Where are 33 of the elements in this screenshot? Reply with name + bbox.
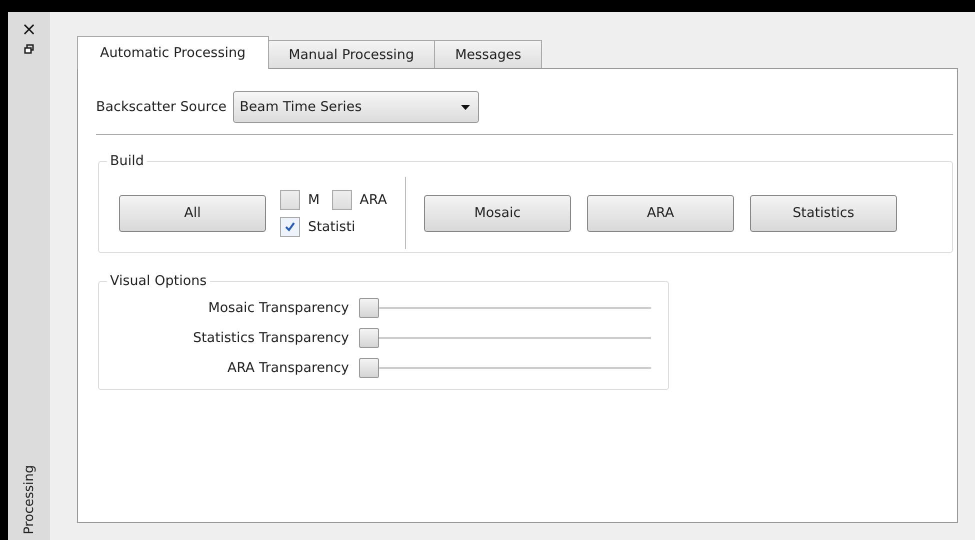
checkbox-box[interactable] xyxy=(280,190,300,210)
group-title: Visual Options xyxy=(109,273,208,289)
source-dropdown[interactable]: Beam Time Series xyxy=(232,91,479,123)
build-button[interactable]: ARA xyxy=(586,194,734,232)
slider[interactable] xyxy=(359,298,651,318)
slider-thumb[interactable] xyxy=(359,328,379,348)
checkbox[interactable]: ARA xyxy=(332,190,387,210)
tab[interactable]: Manual Processing xyxy=(268,40,436,68)
build-button[interactable]: Mosaic xyxy=(424,194,571,232)
checkbox[interactable]: M xyxy=(280,190,320,210)
checkbox-label: M xyxy=(308,192,320,208)
checkbox-label: ARA xyxy=(360,192,387,208)
checkbox-box[interactable] xyxy=(280,216,300,236)
close-icon[interactable]: × xyxy=(21,22,37,38)
all-button[interactable]: All xyxy=(119,194,266,232)
slider-thumb[interactable] xyxy=(359,298,379,318)
field-label: Backscatter Source xyxy=(96,99,227,115)
caret-icon xyxy=(460,104,470,110)
checkbox[interactable]: Statisti xyxy=(280,216,356,236)
checkbox-label: Statisti xyxy=(308,218,356,234)
slider-label: Mosaic Transparency xyxy=(207,300,350,316)
slider-thumb[interactable] xyxy=(359,358,379,378)
tab[interactable]: Messages xyxy=(434,40,542,68)
restore-icon[interactable] xyxy=(24,44,34,54)
slider[interactable] xyxy=(359,328,651,348)
group-title: Build xyxy=(109,153,145,169)
slider-label: ARA Transparency xyxy=(226,360,350,376)
build-button[interactable]: Statistics xyxy=(750,194,897,232)
dock-title[interactable]: Processing xyxy=(22,464,36,534)
slider[interactable] xyxy=(359,358,651,378)
checkbox-box[interactable] xyxy=(332,190,352,210)
slider-label: Statistics Transparency xyxy=(192,330,350,346)
tab[interactable]: Automatic Processing xyxy=(77,36,269,69)
